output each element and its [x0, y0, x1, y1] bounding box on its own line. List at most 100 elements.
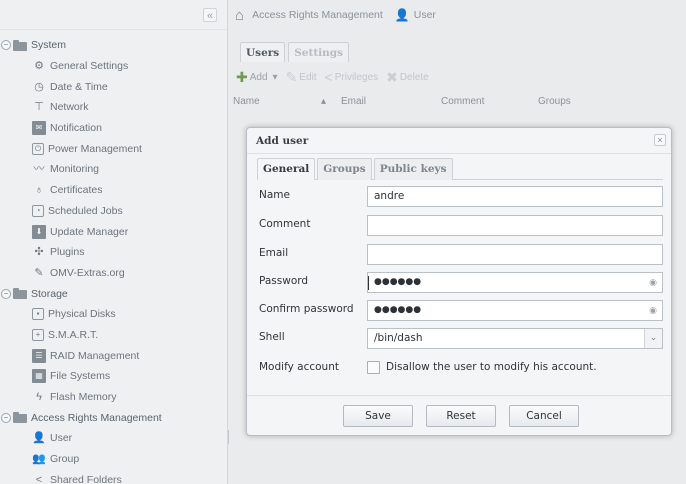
sidebar-item-update-manager[interactable]: ⬇ Update Manager: [0, 221, 227, 242]
password-field[interactable]: ●●●●●● ◉: [367, 272, 663, 293]
sidebar-item-label: Update Manager: [50, 225, 129, 238]
modify-account-label: Modify account: [259, 361, 339, 373]
add-user-dialog: Add user × General Groups Public keys Na…: [246, 127, 672, 436]
show-password-eye-icon[interactable]: ◉: [648, 278, 658, 288]
tab-settings[interactable]: Settings: [288, 42, 350, 62]
share-icon: <: [324, 69, 333, 85]
chevron-down-icon[interactable]: ⌄: [644, 329, 662, 348]
sidebar-item-notification[interactable]: ✉ Notification: [0, 118, 227, 139]
sidebar-item-omv-extras[interactable]: ✎ OMV-Extras.org: [0, 263, 227, 284]
sidebar-item-label: Network: [50, 101, 89, 114]
privileges-button[interactable]: < Privileges: [325, 69, 379, 85]
download-icon: ⬇: [32, 224, 46, 239]
sidebar-item-label: Group: [50, 453, 80, 466]
network-icon: ⊤: [34, 101, 44, 114]
sidebar-item-monitoring[interactable]: 〰 Monitoring: [0, 159, 227, 180]
smart-icon: +: [32, 328, 44, 341]
add-button[interactable]: ✚ Add ▾: [236, 69, 278, 86]
name-label: Name: [259, 189, 290, 201]
disallow-modify-label[interactable]: Disallow the user to modify his account.: [386, 361, 597, 373]
certificate-icon: ♁: [34, 184, 44, 197]
tab-general[interactable]: General: [257, 158, 316, 180]
sidebar-item-flash-memory[interactable]: ϟ Flash Memory: [0, 387, 227, 408]
chevron-down-icon[interactable]: ▾: [273, 72, 278, 83]
sidebar-item-date-time[interactable]: ◷ Date & Time: [0, 76, 227, 97]
save-button[interactable]: Save: [343, 405, 413, 427]
edit-icon: ✎: [285, 68, 298, 85]
power-icon: ⏻: [32, 142, 44, 155]
sidebar-item-label: Notification: [50, 122, 102, 135]
confirm-password-field[interactable]: ●●●●●● ◉: [367, 300, 663, 321]
collapse-toggle-icon[interactable]: −: [1, 288, 11, 299]
sidebar-item-user[interactable]: 👤 User: [0, 428, 227, 449]
sidebar-item-file-systems[interactable]: ▦ File Systems: [0, 366, 227, 387]
filesystem-icon: ▦: [32, 369, 46, 384]
comment-field[interactable]: [367, 215, 663, 236]
sidebar-item-label: Power Management: [48, 142, 142, 155]
panel-splitter[interactable]: [228, 430, 231, 444]
sidebar-item-label: General Settings: [50, 60, 129, 73]
password-label: Password: [259, 275, 309, 287]
edit-button[interactable]: ✎ Edit: [286, 69, 317, 86]
sidebar-item-label: Certificates: [50, 184, 103, 197]
collapse-toggle-icon[interactable]: −: [1, 412, 11, 423]
confirm-password-value: ●●●●●●: [374, 305, 422, 315]
name-field[interactable]: andre: [367, 186, 663, 207]
sidebar-item-label: Access Rights Management: [31, 411, 162, 424]
sidebar-item-general-settings[interactable]: ⚙ General Settings: [0, 56, 227, 77]
collapse-sidebar-icon[interactable]: «: [203, 8, 217, 22]
clock-icon: ◔: [32, 204, 44, 217]
reset-button[interactable]: Reset: [426, 405, 496, 427]
close-icon[interactable]: ×: [654, 134, 666, 146]
tab-public-keys[interactable]: Public keys: [373, 158, 453, 180]
column-header-comment[interactable]: Comment: [441, 96, 484, 107]
sidebar-group-system[interactable]: − System: [0, 35, 227, 56]
sidebar-item-smart[interactable]: + S.M.A.R.T.: [0, 325, 227, 346]
shell-select[interactable]: /bin/dash ⌄: [367, 328, 663, 349]
sidebar-group-access-rights-management[interactable]: − Access Rights Management: [0, 407, 227, 428]
grid-column-headers: Name ▴ Email Comment Groups: [233, 96, 686, 112]
email-label: Email: [259, 247, 289, 259]
share-icon: <: [35, 473, 43, 484]
email-field[interactable]: [367, 244, 663, 265]
sidebar-item-raid-management[interactable]: ☰ RAID Management: [0, 345, 227, 366]
toolbar: ✚ Add ▾ ✎ Edit < Privileges ✖ Delete: [236, 67, 686, 87]
sidebar-item-label: S.M.A.R.T.: [48, 328, 99, 341]
dialog-title: Add user: [256, 134, 309, 147]
sidebar-item-network[interactable]: ⊤ Network: [0, 97, 227, 118]
sidebar-item-label: User: [50, 432, 73, 445]
clock-icon: ◷: [34, 80, 44, 93]
sidebar-item-group[interactable]: 👥 Group: [0, 449, 227, 470]
column-header-groups[interactable]: Groups: [538, 96, 571, 107]
breadcrumb-section[interactable]: Access Rights Management: [252, 9, 383, 21]
confirm-password-row: Confirm password ●●●●●● ◉: [259, 300, 663, 322]
sidebar-item-scheduled-jobs[interactable]: ◔ Scheduled Jobs: [0, 201, 227, 222]
email-row: Email: [259, 244, 663, 266]
home-icon[interactable]: ⌂: [235, 7, 244, 24]
collapse-toggle-icon[interactable]: −: [1, 40, 11, 51]
sidebar-navigation: « − System ⚙ General Settings ◷ Date & Time ⊤ N…: [0, 0, 228, 484]
sidebar-group-storage[interactable]: − Storage: [0, 283, 227, 304]
tab-groups[interactable]: Groups: [317, 158, 372, 180]
shell-label: Shell: [259, 331, 285, 343]
sidebar-item-power-management[interactable]: ⏻ Power Management: [0, 138, 227, 159]
column-header-name[interactable]: Name: [233, 96, 260, 107]
sidebar-item-certificates[interactable]: ♁ Certificates: [0, 180, 227, 201]
breadcrumb-page: User: [413, 9, 436, 21]
show-password-eye-icon[interactable]: ◉: [648, 306, 658, 316]
sidebar-item-physical-disks[interactable]: ▪ Physical Disks: [0, 304, 227, 325]
column-header-email[interactable]: Email: [341, 96, 366, 107]
sidebar-item-plugins[interactable]: ✣ Plugins: [0, 242, 227, 263]
shell-row: Shell /bin/dash ⌄: [259, 328, 663, 350]
sidebar-item-label: Monitoring: [50, 163, 100, 176]
comment-label: Comment: [259, 218, 311, 230]
sidebar-item-shared-folders[interactable]: < Shared Folders: [0, 469, 227, 484]
delete-button[interactable]: ✖ Delete: [386, 69, 429, 86]
cancel-button[interactable]: Cancel: [509, 405, 579, 427]
disallow-modify-checkbox[interactable]: [367, 361, 380, 374]
tab-users[interactable]: Users: [240, 42, 286, 62]
sidebar-item-label: Shared Folders: [50, 473, 122, 484]
user-icon: 👤: [394, 8, 410, 22]
sort-ascending-icon: ▴: [321, 96, 327, 107]
folder-icon: [13, 39, 27, 51]
